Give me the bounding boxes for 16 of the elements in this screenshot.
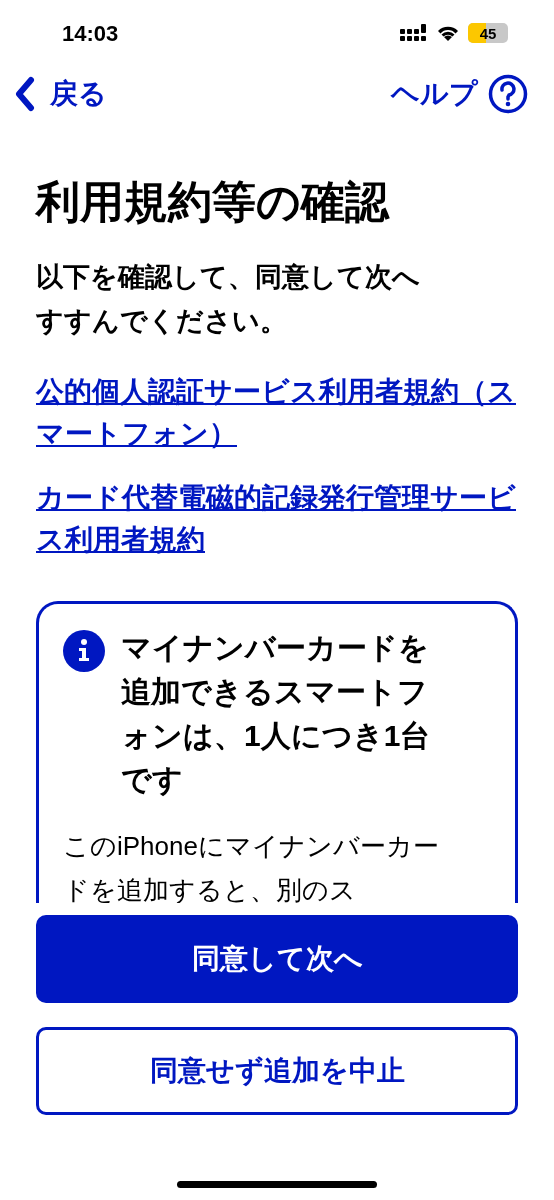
notice-text: このiPhoneにマイナンバーカードを追加すると、別のス: [63, 830, 440, 903]
status-time: 14:03: [62, 19, 119, 48]
info-icon: [63, 630, 105, 672]
back-chevron-icon: [14, 76, 36, 112]
wifi-icon: [436, 24, 460, 42]
notice-heading: マイナンバーカードを追加できるスマートフォンは、1人につき1台です: [121, 630, 432, 798]
back-button[interactable]: 戻る: [14, 73, 107, 115]
terms-link[interactable]: カード代替電磁的記録発行管理サービス利用者規約: [36, 477, 518, 561]
decline-button[interactable]: 同意せず追加を中止: [36, 1027, 518, 1115]
help-icon: [488, 74, 528, 114]
page-title: 利用規約等の確認: [36, 176, 391, 228]
intro-text: 以下を確認して、同意して次へすすんでください。: [36, 261, 421, 338]
signal-icon: [400, 24, 428, 42]
terms-link[interactable]: 公的個人認証サービス利用者規約（スマートフォン）: [36, 371, 518, 455]
agree-button[interactable]: 同意して次へ: [36, 915, 518, 1003]
help-button[interactable]: ヘルプ: [391, 73, 528, 115]
